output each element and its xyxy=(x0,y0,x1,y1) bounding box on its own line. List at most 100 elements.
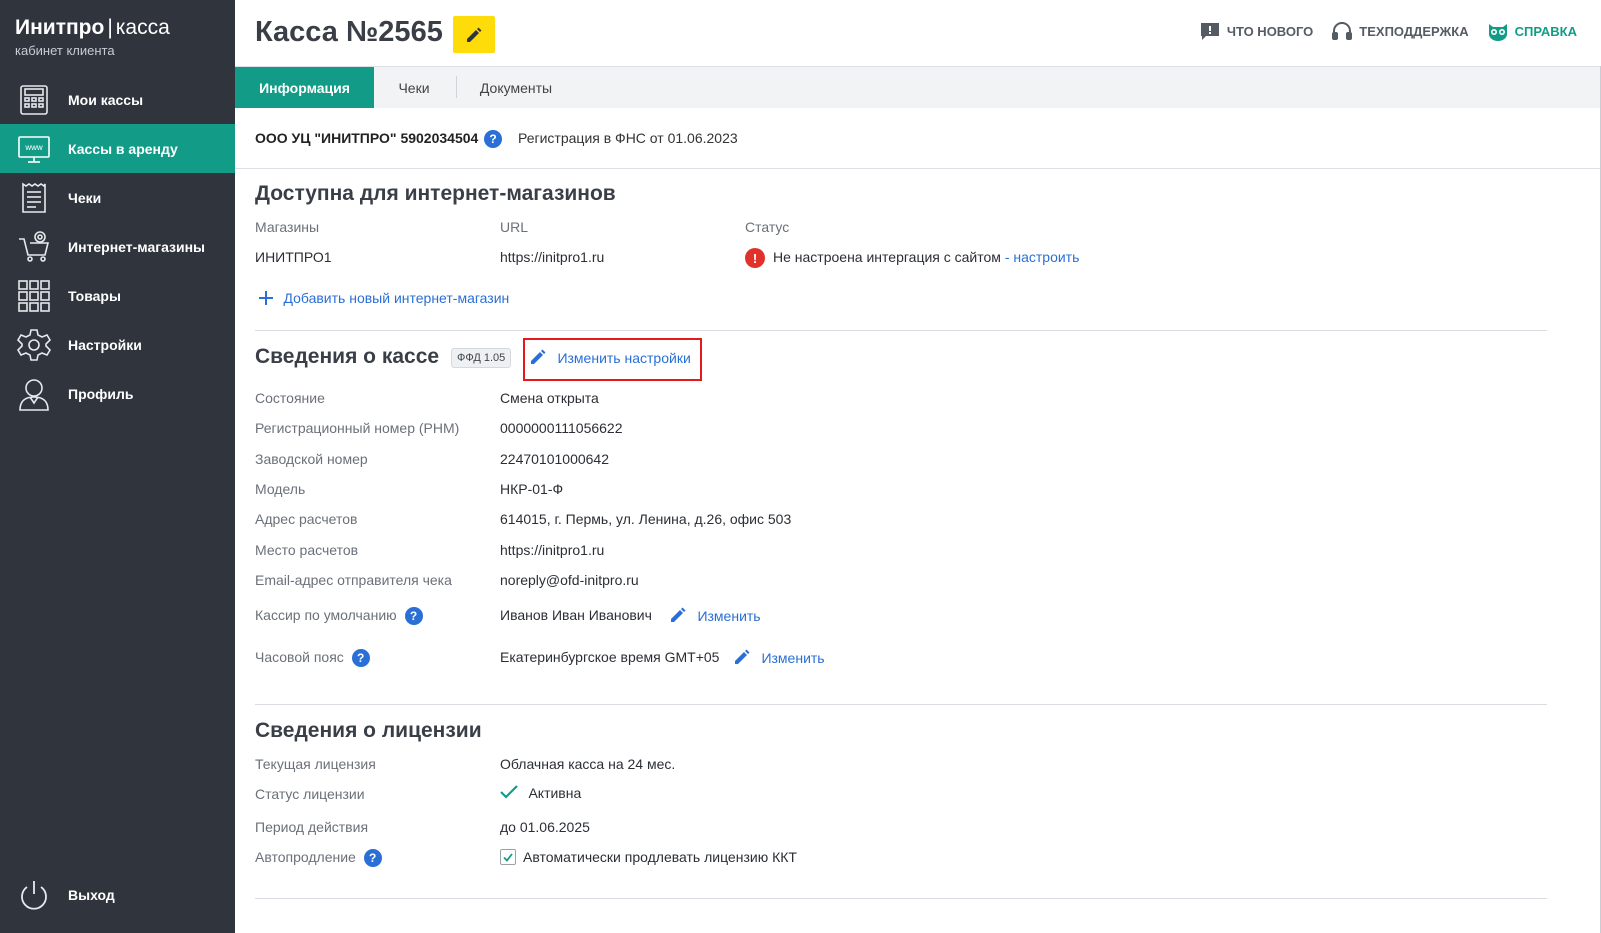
help-label: Справка xyxy=(1514,23,1577,39)
power-icon xyxy=(16,877,52,913)
whats-new-label: Что нового xyxy=(1226,23,1314,39)
sidebar-item-label: Чеки xyxy=(68,189,102,206)
license-status-label: Статус лицензии xyxy=(255,786,365,802)
sidebar-item-my-kassas[interactable]: Мои кассы xyxy=(0,75,235,124)
column-header-shops: Магазины xyxy=(255,219,320,235)
email-label: Email-адрес отправителя чека xyxy=(255,572,452,588)
edit-timezone-button[interactable]: Изменить xyxy=(733,648,825,668)
shops-section-title: Доступна для интернет-магазинов xyxy=(255,182,616,205)
logout-button[interactable]: Выход xyxy=(0,870,235,919)
receipt-icon xyxy=(16,180,52,216)
email-value: noreply@ofd-initpro.ru xyxy=(500,572,639,588)
check-icon xyxy=(503,852,513,862)
serial-label: Заводской номер xyxy=(255,451,368,467)
autorenew-label-text: Автопродление xyxy=(255,849,356,865)
divider xyxy=(255,330,1547,331)
support-label: Техподдержка xyxy=(1359,23,1469,39)
cashier-label: Кассир по умолчанию ? xyxy=(255,607,423,626)
tab-bar: Информация Чеки Документы xyxy=(235,66,1601,109)
add-shop-button[interactable]: Добавить новый интернет-магазин xyxy=(259,290,509,308)
sidebar-item-settings[interactable]: Настройки xyxy=(0,320,235,369)
edit-settings-button[interactable]: Изменить настройки xyxy=(529,348,691,368)
timezone-label-text: Часовой пояс xyxy=(255,649,344,665)
help-link[interactable]: Справка xyxy=(1487,20,1577,42)
sidebar-item-label: Настройки xyxy=(68,336,142,353)
configure-link[interactable]: - настроить xyxy=(1005,249,1080,265)
tab-receipts[interactable]: Чеки xyxy=(388,67,440,108)
sidebar-item-label: Товары xyxy=(68,287,121,304)
add-shop-label: Добавить новый интернет-магазин xyxy=(283,290,510,306)
brand-name: Инитпро | касса xyxy=(15,16,170,39)
autorenew-checkbox[interactable] xyxy=(500,849,516,865)
plus-icon xyxy=(259,291,273,305)
column-header-url: URL xyxy=(500,219,529,235)
autorenew-value: Автоматически продлевать лицензию ККТ xyxy=(523,849,797,865)
edit-cashier-button[interactable]: Изменить xyxy=(669,606,761,626)
state-label: Состояние xyxy=(255,390,325,406)
license-status: Активна xyxy=(500,784,581,803)
timezone-value: Екатеринбургское время GMT+05 xyxy=(500,649,720,665)
rnm-value: 0000000111056622 xyxy=(500,420,623,436)
pencil-icon xyxy=(467,27,482,42)
license-current-value: Облачная касса на 24 мес. xyxy=(500,756,676,772)
timezone-label: Часовой пояс ? xyxy=(255,649,370,668)
edit-settings-label: Изменить настройки xyxy=(557,350,691,366)
support-link[interactable]: Техподдержка xyxy=(1331,20,1469,42)
sidebar-item-eshops[interactable]: Интернет-магазины xyxy=(0,222,235,271)
page-header: Касса №2565 Что нового Техподдержка Спра… xyxy=(235,0,1601,66)
help-icon[interactable]: ? xyxy=(404,607,423,626)
pencil-icon xyxy=(735,649,750,664)
sidebar-item-goods[interactable]: Товары xyxy=(0,271,235,320)
pencil-icon xyxy=(671,607,686,622)
owl-icon xyxy=(1488,24,1507,41)
page-title: Касса №2565 xyxy=(255,16,443,48)
sidebar-item-label: Интернет-магазины xyxy=(68,238,206,255)
address-label: Адрес расчетов xyxy=(255,511,358,527)
place-label: Место расчетов xyxy=(255,542,359,558)
kassa-section-title: Сведения о кассе xyxy=(255,345,440,368)
sidebar-item-profile[interactable]: Профиль xyxy=(0,369,235,418)
edit-title-button[interactable] xyxy=(453,16,495,53)
whats-new-link[interactable]: Что нового xyxy=(1199,20,1313,42)
sidebar-item-rent-kassas[interactable]: www Кассы в аренду xyxy=(0,124,235,173)
cashier-label-text: Кассир по умолчанию xyxy=(255,607,397,623)
edit-cashier-label: Изменить xyxy=(697,608,761,624)
help-icon[interactable]: ? xyxy=(351,649,370,668)
brand-logo[interactable]: Инитпро | касса кабинет клиента xyxy=(15,16,170,58)
cash-register-icon xyxy=(16,82,52,118)
serial-value: 22470101000642 xyxy=(500,451,610,467)
chat-alert-icon xyxy=(1200,23,1219,40)
svg-text:www: www xyxy=(24,143,43,152)
check-icon xyxy=(500,785,518,799)
sidebar: Инитпро | касса кабинет клиента Мои кассы … xyxy=(0,0,235,933)
license-current-label: Текущая лицензия xyxy=(255,756,376,772)
place-value: https://initpro1.ru xyxy=(500,542,605,558)
error-icon: ! xyxy=(745,248,765,268)
model-label: Модель xyxy=(255,481,306,497)
shop-name: ИНИТПРО1 xyxy=(255,249,332,265)
tab-divider xyxy=(456,76,457,98)
shop-url: https://initpro1.ru xyxy=(500,249,605,265)
tab-info[interactable]: Информация xyxy=(235,67,374,108)
www-monitor-icon: www xyxy=(16,131,52,167)
state-value: Смена открыта xyxy=(500,390,599,406)
license-status-value: Активна xyxy=(528,785,582,801)
license-section-title: Сведения о лицензии xyxy=(255,719,482,742)
tab-documents[interactable]: Документы xyxy=(471,67,561,108)
sidebar-item-label: Кассы в аренду xyxy=(68,140,178,157)
ffd-badge: ФФД 1.05 xyxy=(451,348,512,368)
license-period-value: до 01.06.2025 xyxy=(500,819,590,835)
cashier-value: Иванов Иван Иванович xyxy=(500,607,652,623)
help-icon[interactable]: ? xyxy=(363,849,382,868)
autorenew-label: Автопродление ? xyxy=(255,849,382,868)
sidebar-item-receipts[interactable]: Чеки xyxy=(0,173,235,222)
gear-icon xyxy=(16,327,52,363)
org-info: ООО УЦ "ИНИТПРО" 5902034504 ? Регистраци… xyxy=(235,108,1601,169)
logout-label: Выход xyxy=(68,886,115,903)
help-icon[interactable]: ? xyxy=(484,130,502,148)
brand-subtitle: кабинет клиента xyxy=(15,43,115,58)
pencil-icon xyxy=(531,349,546,364)
license-period-label: Период действия xyxy=(255,819,369,835)
divider xyxy=(255,898,1547,899)
rnm-label: Регистрационный номер (РНМ) xyxy=(255,420,460,436)
